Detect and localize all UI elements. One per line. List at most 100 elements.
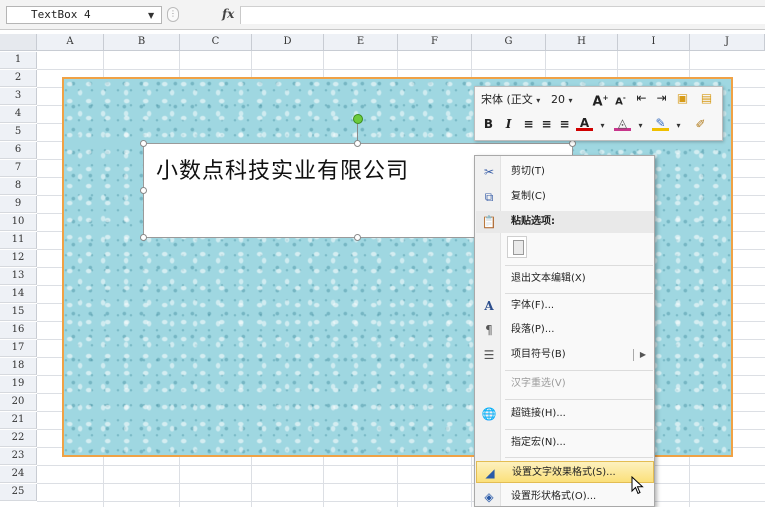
column-header-g[interactable]: G	[472, 34, 546, 51]
menu-item-assign-macro[interactable]: 指定宏(N)...	[476, 432, 654, 454]
column-header-f[interactable]: F	[398, 34, 472, 51]
chevron-down-icon: ▾	[536, 96, 541, 105]
select-all-corner[interactable]	[0, 34, 37, 51]
row-header-21[interactable]: 21	[0, 412, 37, 429]
format-painter-icon[interactable]: ▣	[674, 89, 691, 107]
row-gridline	[37, 501, 765, 502]
eraser-icon[interactable]: ✐	[692, 115, 709, 133]
row-header-4[interactable]: 4	[0, 106, 37, 123]
shape-format-icon: ◈	[484, 490, 494, 504]
row-header-23[interactable]: 23	[0, 448, 37, 465]
row-header-12[interactable]: 12	[0, 250, 37, 267]
row-header-15[interactable]: 15	[0, 304, 37, 321]
column-header-c[interactable]: C	[180, 34, 252, 51]
font-name-select[interactable]: 宋体 (正文 ▾	[480, 92, 544, 110]
insert-function-icon[interactable]: fx	[222, 7, 234, 21]
submenu-arrow-icon[interactable]: ▶	[640, 344, 646, 366]
fill-color-icon[interactable]: ◬	[614, 115, 631, 131]
column-header-i[interactable]: I	[618, 34, 690, 51]
grow-font-icon[interactable]: A+	[592, 89, 609, 109]
row-header-18[interactable]: 18	[0, 358, 37, 375]
bold-icon[interactable]: B	[480, 115, 497, 133]
row-header-24[interactable]: 24	[0, 466, 37, 483]
name-box-dropdown-icon[interactable]: ▼	[148, 11, 154, 20]
column-header-h[interactable]: H	[546, 34, 618, 51]
row-header-7[interactable]: 7	[0, 160, 37, 177]
column-header-a[interactable]: A	[37, 34, 104, 51]
column-header-e[interactable]: E	[324, 34, 398, 51]
menu-item-exit-text-edit[interactable]: 退出文本编辑(X)	[476, 268, 654, 290]
menu-item-font[interactable]: A 字体(F)...	[476, 295, 654, 317]
row-header-3[interactable]: 3	[0, 88, 37, 105]
column-header-d[interactable]: D	[252, 34, 324, 51]
menu-item-paragraph[interactable]: ¶ 段落(P)...	[476, 319, 654, 341]
formula-input[interactable]	[240, 6, 765, 24]
menu-separator	[505, 457, 653, 458]
row-header-9[interactable]: 9	[0, 196, 37, 213]
row-gridline	[37, 69, 765, 70]
menu-separator	[505, 265, 653, 266]
formula-bar: TextBox 4 ▼ ⋮ fx	[0, 0, 765, 30]
row-header-22[interactable]: 22	[0, 430, 37, 447]
menu-item-format-text-effects[interactable]: ◢ 设置文字效果格式(S)...	[476, 461, 654, 483]
menu-item-cut[interactable]: ✂ 剪切(T)	[476, 161, 654, 183]
copy-format-icon[interactable]: ▤	[698, 89, 715, 107]
resize-handle-top-right[interactable]	[569, 140, 576, 147]
decrease-indent-icon[interactable]: ⇤	[633, 89, 650, 107]
shape-outline-icon[interactable]: ✎	[652, 115, 669, 131]
align-center-icon[interactable]: ≡	[538, 115, 555, 133]
font-name-value: 宋体 (正文	[481, 93, 533, 106]
resize-handle-bottom-left[interactable]	[140, 234, 147, 241]
menu-item-bullets[interactable]: ☰ 项目符号(B) ▶	[476, 344, 654, 366]
name-box[interactable]: TextBox 4	[6, 6, 162, 24]
fill-color-dropdown-icon[interactable]: ▾	[632, 115, 649, 133]
bullets-icon: ☰	[483, 348, 495, 362]
font-color-icon[interactable]: A	[576, 115, 593, 131]
menu-item-label: 复制(C)	[511, 191, 546, 202]
row-header-2[interactable]: 2	[0, 70, 37, 87]
copy-icon: ⧉	[484, 190, 494, 204]
row-header-8[interactable]: 8	[0, 178, 37, 195]
row-header-25[interactable]: 25	[0, 484, 37, 501]
textbox-text[interactable]: 小数点科技实业有限公司	[156, 153, 409, 185]
align-left-icon[interactable]: ≡	[520, 115, 537, 133]
font-size-select[interactable]: 20 ▾	[548, 92, 590, 110]
row-header-13[interactable]: 13	[0, 268, 37, 285]
paragraph-icon: ¶	[485, 323, 493, 337]
row-header-11[interactable]: 11	[0, 232, 37, 249]
menu-item-format-shape[interactable]: ◈ 设置形状格式(O)...	[476, 486, 654, 507]
font-size-value: 20	[551, 93, 565, 106]
paste-icon: 📋	[481, 215, 497, 229]
row-header-10[interactable]: 10	[0, 214, 37, 231]
row-header-16[interactable]: 16	[0, 322, 37, 339]
row-header-1[interactable]: 1	[0, 52, 37, 69]
menu-item-label: 指定宏(N)...	[511, 437, 566, 448]
menu-separator	[505, 429, 653, 430]
row-header-17[interactable]: 17	[0, 340, 37, 357]
submenu-divider	[633, 349, 634, 361]
paste-option-button[interactable]	[507, 236, 527, 258]
shrink-font-icon[interactable]: A-	[612, 89, 629, 107]
row-gridline	[37, 465, 765, 466]
menu-item-label: 退出文本编辑(X)	[511, 273, 586, 284]
menu-item-hyperlink[interactable]: 🌐 超链接(H)...	[476, 403, 654, 425]
resize-handle-top[interactable]	[354, 140, 361, 147]
shape-outline-dropdown-icon[interactable]: ▾	[670, 115, 687, 133]
row-header-20[interactable]: 20	[0, 394, 37, 411]
increase-indent-icon[interactable]: ⇥	[653, 89, 670, 107]
resize-handle-left[interactable]	[140, 187, 147, 194]
row-header-6[interactable]: 6	[0, 142, 37, 159]
rotation-handle[interactable]	[353, 114, 363, 124]
menu-item-copy[interactable]: ⧉ 复制(C)	[476, 186, 654, 208]
row-header-5[interactable]: 5	[0, 124, 37, 141]
font-color-dropdown-icon[interactable]: ▾	[594, 115, 611, 133]
align-right-icon[interactable]: ≡	[556, 115, 573, 133]
resize-handle-top-left[interactable]	[140, 140, 147, 147]
formula-bar-resize-handle[interactable]: ⋮	[167, 7, 179, 22]
column-header-j[interactable]: J	[690, 34, 765, 51]
resize-handle-bottom[interactable]	[354, 234, 361, 241]
column-header-b[interactable]: B	[104, 34, 180, 51]
row-header-14[interactable]: 14	[0, 286, 37, 303]
row-header-19[interactable]: 19	[0, 376, 37, 393]
italic-icon[interactable]: I	[500, 115, 517, 133]
